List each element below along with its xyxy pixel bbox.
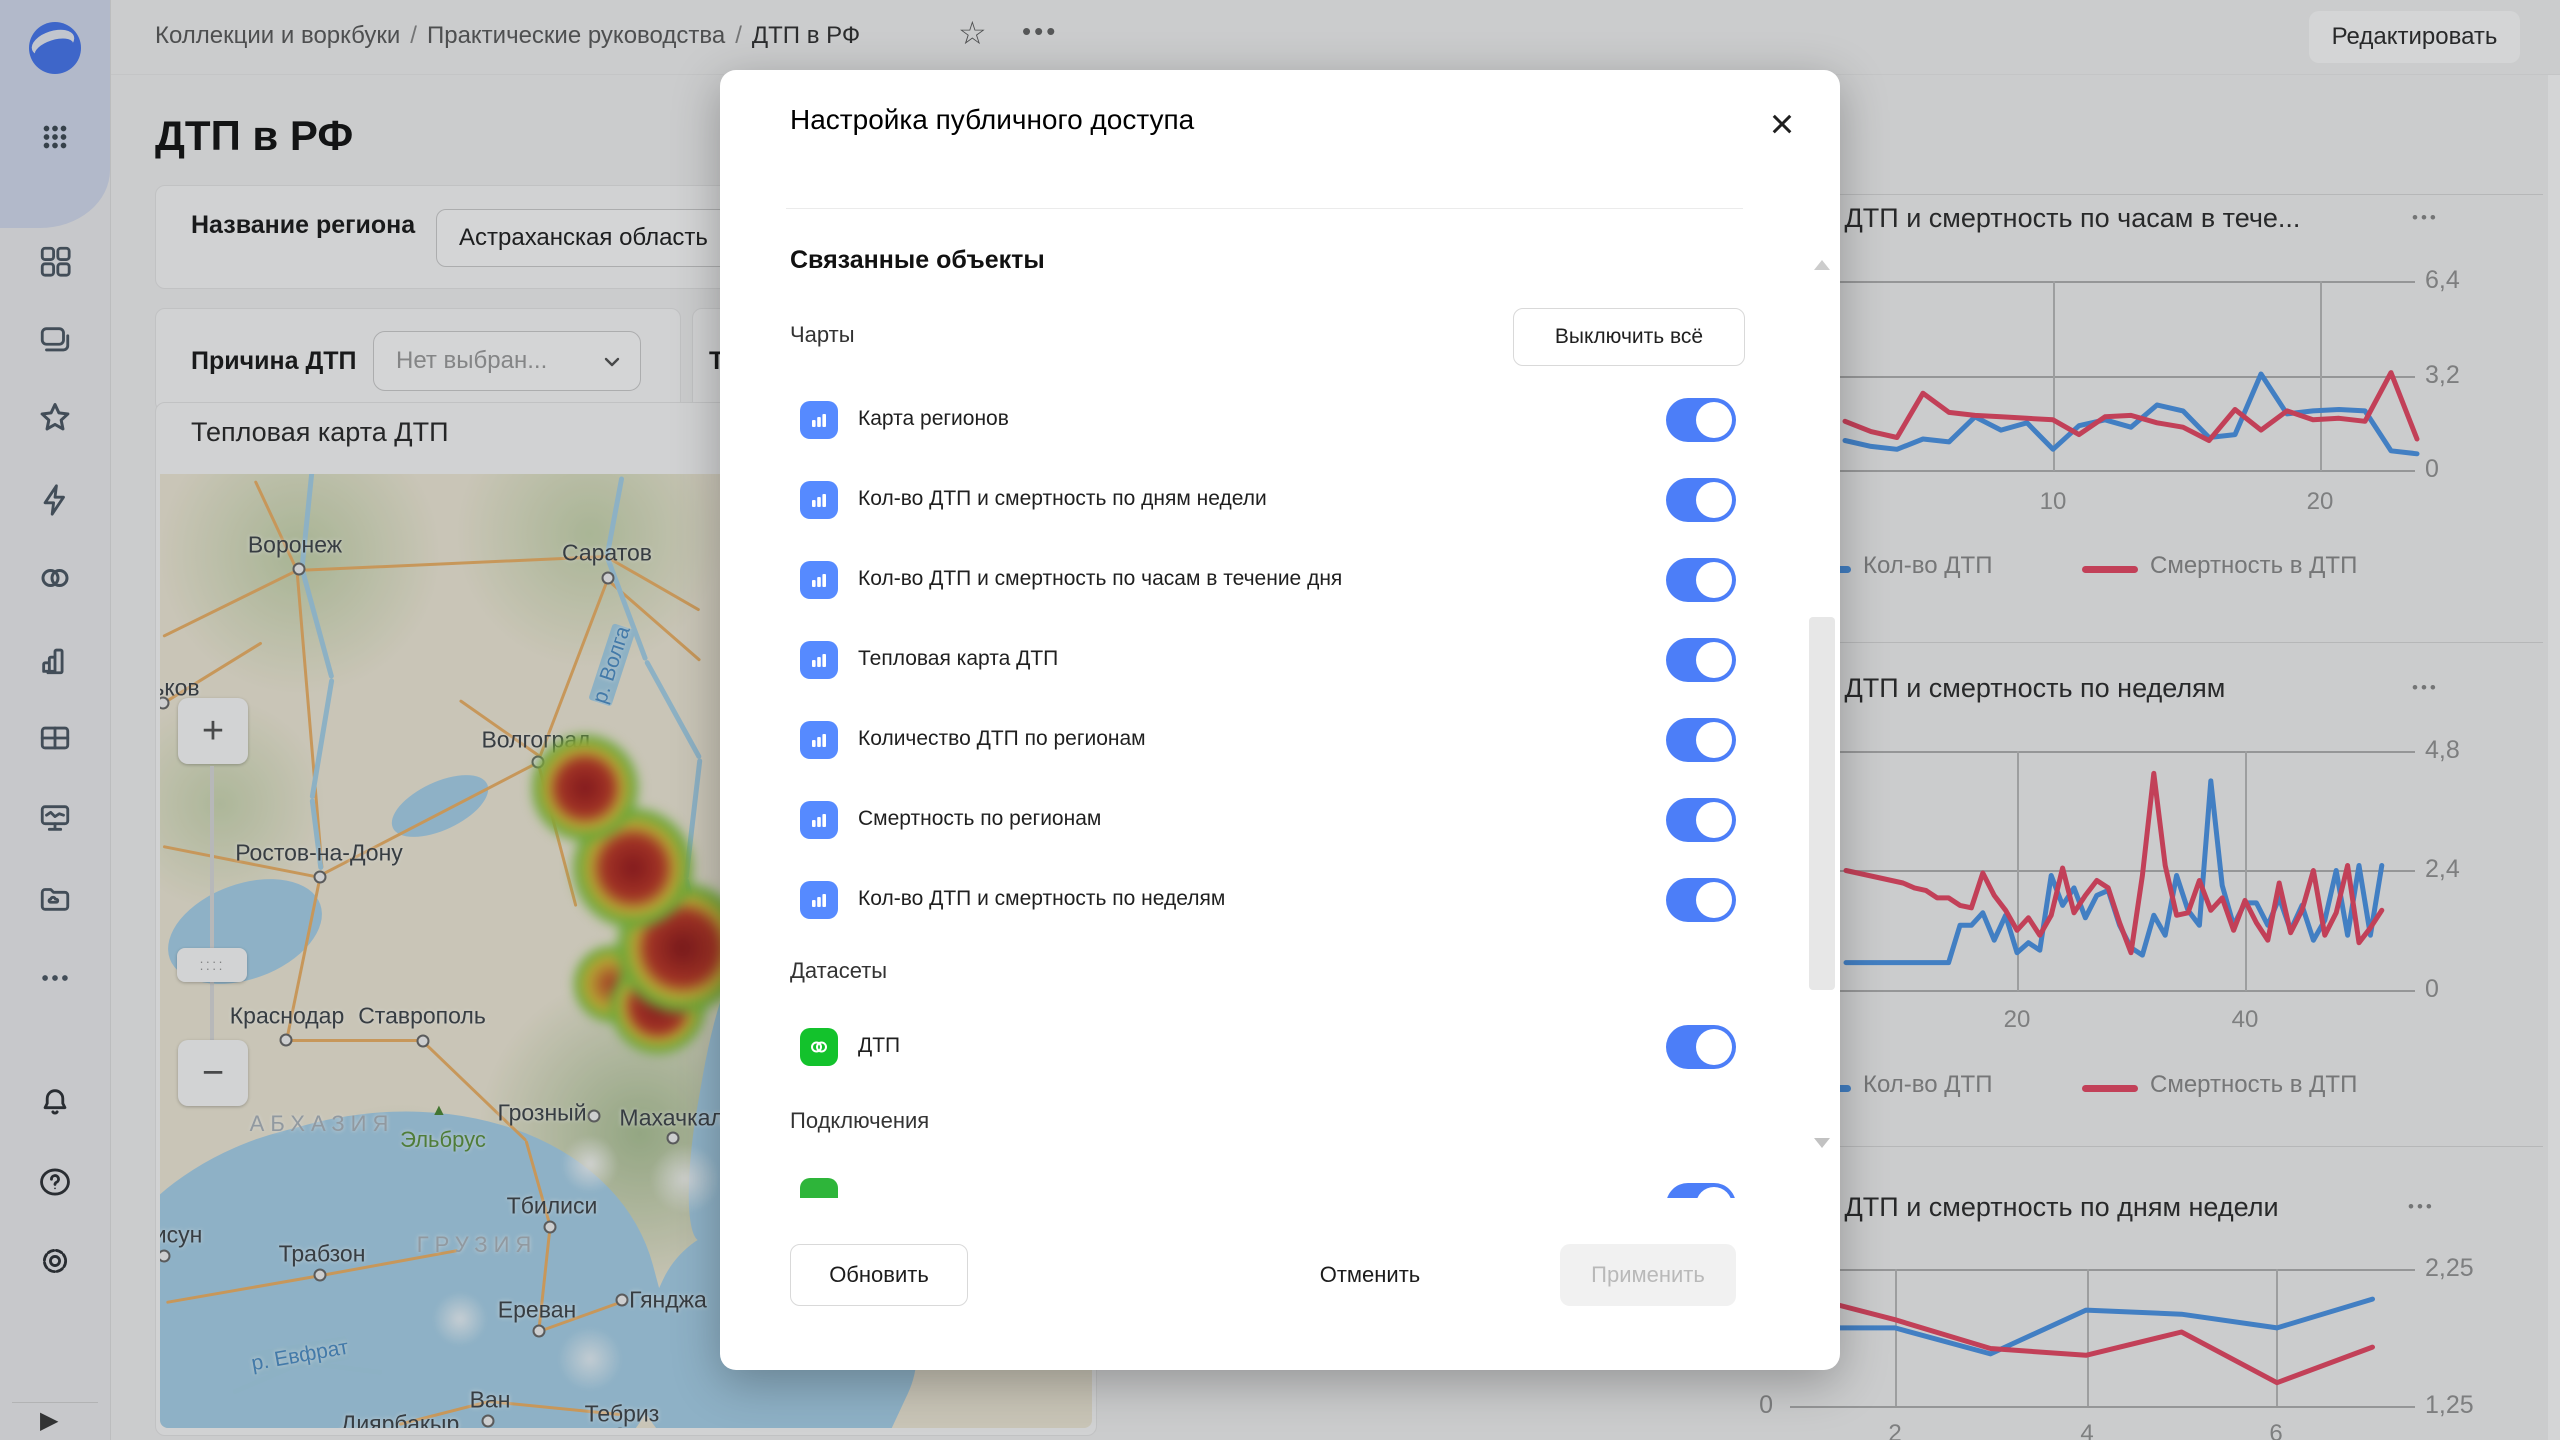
chart-toggle-row: Кол-во ДТП и смертность по неделям	[720, 872, 1840, 928]
close-icon[interactable]: ×	[1758, 100, 1806, 148]
connections-group-label: Подключения	[790, 1108, 929, 1134]
chart-icon	[800, 561, 838, 599]
modal-divider	[786, 208, 1743, 209]
chart-toggle-row: Кол-во ДТП и смертность по часам в течен…	[720, 552, 1840, 608]
chart-icon	[800, 801, 838, 839]
chart-toggle-row: Тепловая карта ДТП	[720, 632, 1840, 688]
chart-toggle-row: Количество ДТП по регионам	[720, 712, 1840, 768]
chart-icon	[800, 481, 838, 519]
chart-icon	[800, 881, 838, 919]
modal-scroll-down-icon[interactable]	[1814, 1138, 1830, 1148]
chart-toggle-label: Смертность по регионам	[858, 807, 1101, 831]
toggle-on[interactable]	[1666, 638, 1736, 682]
dataset-toggle-label: ДТП	[858, 1034, 900, 1058]
charts-group-label: Чарты	[790, 322, 855, 348]
update-button[interactable]: Обновить	[790, 1244, 968, 1306]
toggle-on[interactable]	[1666, 718, 1736, 762]
cancel-button[interactable]: Отменить	[1280, 1244, 1460, 1306]
disable-all-button[interactable]: Выключить всё	[1513, 308, 1745, 366]
chart-toggle-label: Количество ДТП по регионам	[858, 727, 1146, 751]
chart-toggle-label: Карта регионов	[858, 407, 1009, 431]
chart-toggle-label: Кол-во ДТП и смертность по часам в течен…	[858, 567, 1342, 591]
chart-icon	[800, 401, 838, 439]
dataset-toggle-row: ДТП	[720, 1019, 1840, 1075]
toggle-on[interactable]	[1666, 878, 1736, 922]
connection-toggle-row	[720, 1170, 1840, 1198]
modal-scroll-up-icon[interactable]	[1814, 260, 1830, 270]
modal-title: Настройка публичного доступа	[790, 104, 1194, 136]
public-access-modal: Настройка публичного доступа × Связанные…	[720, 70, 1840, 1370]
app-root: ▶ Коллекции и воркбуки/Практические руко…	[0, 0, 2560, 1440]
dataset-icon	[800, 1028, 838, 1066]
toggle-on[interactable]	[1666, 798, 1736, 842]
chart-icon	[800, 641, 838, 679]
apply-button[interactable]: Применить	[1560, 1244, 1736, 1306]
chart-toggle-label: Тепловая карта ДТП	[858, 647, 1058, 671]
toggle-on[interactable]	[1666, 1183, 1736, 1198]
datasets-group-label: Датасеты	[790, 958, 887, 984]
modal-scrollbar-thumb[interactable]	[1809, 617, 1835, 990]
chart-toggle-row: Карта регионов	[720, 392, 1840, 448]
connection-icon	[800, 1178, 838, 1198]
toggle-on[interactable]	[1666, 558, 1736, 602]
connection-row-clipped	[720, 1170, 1840, 1198]
toggle-on[interactable]	[1666, 398, 1736, 442]
chart-toggle-label: Кол-во ДТП и смертность по дням недели	[858, 487, 1267, 511]
chart-icon	[800, 721, 838, 759]
toggle-on[interactable]	[1666, 1025, 1736, 1069]
toggle-on[interactable]	[1666, 478, 1736, 522]
chart-toggle-row: Кол-во ДТП и смертность по дням недели	[720, 472, 1840, 528]
chart-toggle-row: Смертность по регионам	[720, 792, 1840, 848]
chart-toggle-label: Кол-во ДТП и смертность по неделям	[858, 887, 1225, 911]
related-objects-heading: Связанные объекты	[790, 246, 1045, 275]
